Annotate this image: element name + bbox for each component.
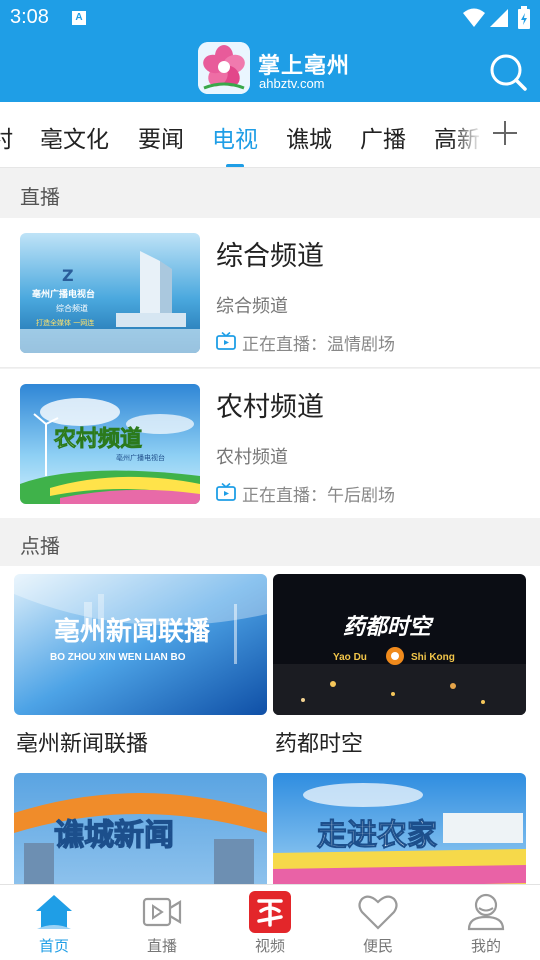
vod-item[interactable]: 药都时空 Yao Du Shi Kong 药都时空 xyxy=(273,574,526,760)
nav-home-label: 首页 xyxy=(38,937,69,955)
flower-logo-icon xyxy=(198,42,250,94)
tab-qiaocheng[interactable]: 谯城 xyxy=(286,120,332,154)
app-screen: 3:08 A 掌上亳州 ahbztv.com 亳文化 要闻 电视 谯城 广播 直… xyxy=(0,0,540,960)
vod-section-header: 点播 xyxy=(0,518,540,566)
heart-icon xyxy=(358,895,398,930)
battery-icon xyxy=(518,6,530,29)
channel-thumbnail: 农村频道 亳州广播电视台 xyxy=(20,384,200,504)
video-camera-icon xyxy=(142,897,182,927)
nav-profile-label: 我的 xyxy=(470,937,501,955)
plus-icon xyxy=(493,121,517,145)
channel-tabs: 村 亳文化 要闻 电视 谯城 广播 高新 xyxy=(0,102,540,168)
now-playing-text: 正在直播：温情剧场 xyxy=(242,335,395,355)
live-channel-item[interactable]: Z 亳州广播电视台 综合频道 打造全媒体 一网连 综合频道 综合频道 正在直播：… xyxy=(0,218,540,368)
vod-title: 药都时空 xyxy=(275,732,364,757)
thumb-title: 药都时空 xyxy=(343,614,434,640)
search-button[interactable] xyxy=(486,50,530,94)
home-icon xyxy=(36,895,72,929)
vod-thumbnail: 药都时空 Yao Du Shi Kong xyxy=(273,574,526,715)
thumb-title: 亳州新闻联播 xyxy=(54,616,211,647)
channel-subtitle: 综合频道 xyxy=(216,296,288,317)
tv-icon xyxy=(216,483,236,501)
live-channel-item[interactable]: 农村频道 亳州广播电视台 农村频道 农村频道 正在直播：午后剧场 xyxy=(0,369,540,519)
tab-headlines[interactable]: 要闻 xyxy=(138,120,184,154)
vod-thumbnail: 谯城新闻 xyxy=(14,773,267,884)
user-icon xyxy=(467,893,505,931)
thumb-sub: BO ZHOU XIN WEN LIAN BO xyxy=(50,652,186,663)
bottom-nav: 首页 直播 视频 便民 我的 xyxy=(0,884,540,960)
nav-video-label: 视频 xyxy=(254,937,285,955)
vod-item[interactable]: 亳州新闻联播 BO ZHOU XIN WEN LIAN BO 亳州新闻联播 xyxy=(14,574,267,760)
signal-icon xyxy=(490,9,508,27)
thumb-title: 农村频道 xyxy=(53,426,142,452)
live-section-header: 直播 xyxy=(0,169,540,217)
channel-subtitle: 农村频道 xyxy=(216,447,288,468)
svg-text:Z: Z xyxy=(62,266,74,285)
thumb-sub-right: Shi Kong xyxy=(411,652,455,663)
thumb-title: 谯城新闻 xyxy=(54,818,174,853)
channel-title: 综合频道 xyxy=(216,241,324,272)
thumb-line3: 打造全媒体 一网连 xyxy=(36,318,94,327)
nav-services[interactable]: 便民 xyxy=(324,885,432,960)
vod-item[interactable]: 谯城新闻 xyxy=(14,773,267,884)
video-logo-icon xyxy=(249,891,291,933)
tab-village[interactable]: 村 xyxy=(0,120,13,154)
tabs-fade xyxy=(452,102,482,167)
nav-live[interactable]: 直播 xyxy=(108,885,216,960)
vod-thumbnail: 亳州新闻联播 BO ZHOU XIN WEN LIAN BO xyxy=(14,574,267,715)
tab-culture[interactable]: 亳文化 xyxy=(40,120,109,154)
vod-title: 亳州新闻联播 xyxy=(16,732,149,757)
channel-title: 农村频道 xyxy=(216,392,324,423)
live-section-title: 直播 xyxy=(20,185,60,209)
status-time: 3:08 xyxy=(10,6,49,28)
thumb-sub-left: Yao Du xyxy=(333,652,367,663)
app-header: 3:08 A 掌上亳州 ahbztv.com xyxy=(0,0,540,102)
nav-home[interactable]: 首页 xyxy=(0,885,108,960)
tab-radio[interactable]: 广播 xyxy=(360,120,406,154)
nav-live-label: 直播 xyxy=(146,937,177,955)
search-icon xyxy=(490,54,527,91)
thumb-line1: 亳州广播电视台 xyxy=(32,288,95,300)
notification-a-icon: A xyxy=(72,11,86,25)
nav-services-label: 便民 xyxy=(362,937,393,955)
thumb-line2: 综合频道 xyxy=(56,303,88,313)
wifi-icon xyxy=(463,8,485,27)
channel-thumbnail: Z 亳州广播电视台 综合频道 打造全媒体 一网连 xyxy=(20,233,200,353)
status-bar: 3:08 A xyxy=(0,0,540,36)
nav-video[interactable]: 视频 xyxy=(216,885,324,960)
vod-grid: 亳州新闻联播 BO ZHOU XIN WEN LIAN BO 亳州新闻联播 药都… xyxy=(0,566,540,884)
now-playing-text: 正在直播：午后剧场 xyxy=(242,486,395,506)
thumb-sub: 亳州广播电视台 xyxy=(116,453,165,462)
tv-icon xyxy=(216,332,236,350)
vod-item[interactable]: 走进农家 xyxy=(273,773,526,884)
thumb-title: 走进农家 xyxy=(317,818,437,853)
add-tab-button[interactable] xyxy=(490,118,520,148)
vod-thumbnail: 走进农家 xyxy=(273,773,526,884)
app-url: ahbztv.com xyxy=(259,76,325,91)
tab-tv[interactable]: 电视 xyxy=(212,120,258,154)
vod-section-title: 点播 xyxy=(20,534,60,558)
active-tab-indicator xyxy=(226,164,244,167)
nav-profile[interactable]: 我的 xyxy=(432,885,540,960)
app-logo xyxy=(198,42,250,94)
